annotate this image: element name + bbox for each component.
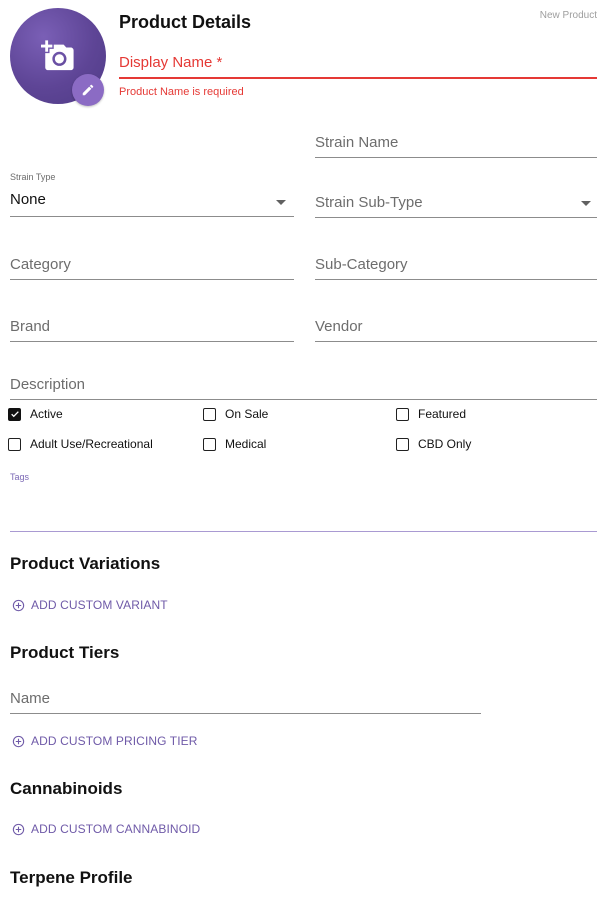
- description-field[interactable]: Description: [10, 376, 597, 400]
- add-custom-variant-label: ADD CUSTOM VARIANT: [31, 598, 168, 612]
- strain-sub-type-placeholder: Strain Sub-Type: [315, 194, 423, 211]
- checkbox-adult-use[interactable]: Adult Use/Recreational: [8, 437, 153, 451]
- add-circle-outline-icon: [12, 823, 25, 835]
- brand-field[interactable]: Brand: [10, 318, 294, 342]
- strain-name-placeholder: Strain Name: [315, 134, 399, 151]
- check-icon: [10, 411, 19, 418]
- add-circle-outline-icon: [12, 599, 25, 611]
- checkbox-box[interactable]: [8, 437, 21, 451]
- checkbox-label: Medical: [225, 437, 267, 451]
- caret-down-icon: [276, 200, 286, 205]
- add-custom-pricing-tier-button[interactable]: ADD CUSTOM PRICING TIER: [12, 734, 198, 748]
- tags-label: Tags: [10, 472, 30, 482]
- vendor-field[interactable]: Vendor: [315, 318, 597, 342]
- strain-name-underline: [315, 157, 597, 158]
- tier-name-placeholder: Name: [10, 690, 51, 707]
- checkbox-active[interactable]: Active: [8, 407, 63, 421]
- add-custom-cannabinoid-label: ADD CUSTOM CANNABINOID: [31, 822, 201, 836]
- strain-name-field[interactable]: Strain Name: [315, 134, 597, 158]
- add-circle-outline-icon: [12, 735, 25, 747]
- pencil-icon: [82, 84, 94, 96]
- checkbox-label: Adult Use/Recreational: [30, 437, 153, 451]
- description-placeholder: Description: [10, 376, 86, 393]
- checkbox-box[interactable]: [8, 407, 21, 421]
- vendor-underline: [315, 341, 597, 342]
- strain-type-value: None: [10, 191, 46, 208]
- checkbox-label: Active: [30, 407, 63, 421]
- checkbox-on-sale[interactable]: On Sale: [203, 407, 268, 421]
- strain-type-label: Strain Type: [10, 172, 56, 182]
- edit-image-button[interactable]: [72, 74, 104, 106]
- display-name-field[interactable]: Display Name *: [119, 54, 597, 79]
- sub-category-placeholder: Sub-Category: [315, 256, 408, 273]
- sub-category-field[interactable]: Sub-Category: [315, 256, 597, 280]
- checkbox-cbd-only[interactable]: CBD Only: [396, 437, 471, 451]
- category-underline: [10, 279, 294, 280]
- tier-name-field[interactable]: Name: [10, 690, 481, 714]
- checkbox-medical[interactable]: Medical: [203, 437, 266, 451]
- brand-placeholder: Brand: [10, 318, 51, 335]
- strain-sub-type-underline: [315, 217, 597, 218]
- add-custom-variant-button[interactable]: ADD CUSTOM VARIANT: [12, 598, 168, 612]
- checkbox-label: On Sale: [225, 407, 269, 421]
- add-custom-cannabinoid-button[interactable]: ADD CUSTOM CANNABINOID: [12, 822, 200, 836]
- checkbox-box[interactable]: [203, 407, 216, 421]
- checkbox-box[interactable]: [203, 437, 216, 451]
- caret-down-icon: [581, 201, 591, 206]
- display-name-placeholder: Display Name *: [119, 54, 223, 71]
- sub-category-underline: [315, 279, 597, 280]
- strain-type-underline: [10, 216, 294, 217]
- strain-sub-type-select[interactable]: Strain Sub-Type: [315, 194, 597, 218]
- checkbox-featured[interactable]: Featured: [396, 407, 466, 421]
- new-product-label: New Product: [539, 10, 597, 21]
- section-title-tiers: Product Tiers: [10, 643, 120, 662]
- add-custom-pricing-tier-label: ADD CUSTOM PRICING TIER: [31, 734, 198, 748]
- add-photo-icon: [41, 40, 74, 71]
- display-name-error: Product Name is required: [119, 86, 244, 98]
- description-underline: [10, 399, 597, 400]
- display-name-underline: [119, 77, 597, 79]
- strain-type-select[interactable]: None: [10, 191, 294, 217]
- category-field[interactable]: Category: [10, 256, 294, 280]
- brand-underline: [10, 341, 294, 342]
- tags-underline: [10, 531, 597, 532]
- tags-input[interactable]: [10, 486, 597, 532]
- checkbox-label: Featured: [418, 407, 467, 421]
- checkbox-label: CBD Only: [418, 437, 472, 451]
- category-placeholder: Category: [10, 256, 71, 273]
- vendor-placeholder: Vendor: [315, 318, 363, 335]
- checkbox-box[interactable]: [396, 437, 409, 451]
- page-title: Product Details: [119, 12, 252, 32]
- checkbox-box[interactable]: [396, 407, 409, 421]
- section-title-variations: Product Variations: [10, 554, 161, 573]
- section-title-terpenes: Terpene Profile: [10, 868, 133, 887]
- section-title-cannabinoids: Cannabinoids: [10, 779, 123, 798]
- tier-name-underline: [10, 713, 481, 714]
